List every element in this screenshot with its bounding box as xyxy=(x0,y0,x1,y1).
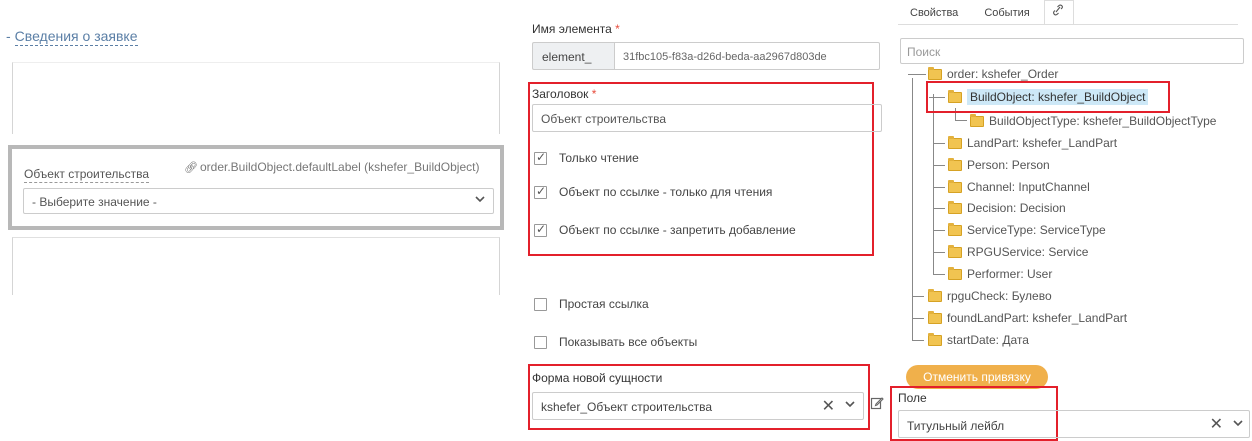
folder-icon xyxy=(948,157,962,171)
readonly-checkbox[interactable] xyxy=(534,150,547,165)
tree-node[interactable]: foundLandPart: kshefer_LandPart xyxy=(928,310,1127,326)
tab-events[interactable]: События xyxy=(972,0,1043,24)
readonly-checkbox-row[interactable]: Только чтение xyxy=(534,150,639,165)
build-object-field[interactable]: Объект строительства 🔗︎ order.BuildObject… xyxy=(8,145,504,230)
tree-node[interactable]: BuildObjectType: kshefer_BuildObjectType xyxy=(970,113,1216,129)
tree-connector xyxy=(933,165,945,166)
folder-icon xyxy=(948,244,962,258)
tree-connector xyxy=(933,143,945,144)
field-select[interactable]: Титульный лейбл ✕ xyxy=(898,410,1250,438)
new-entity-form-label: Форма новой сущности xyxy=(532,371,663,385)
folder-icon xyxy=(948,200,962,214)
element-name-label: Имя элемента * xyxy=(532,22,620,36)
field-label: Объект строительства xyxy=(24,167,150,183)
tree-connector xyxy=(933,187,945,188)
tree-connector xyxy=(955,120,967,121)
ref-forbid-add-checkbox[interactable] xyxy=(534,222,547,237)
chevron-down-icon[interactable] xyxy=(1233,417,1243,431)
build-object-select[interactable]: - Выберите значение - xyxy=(23,188,494,214)
tree-connector xyxy=(912,318,924,319)
properties-panel: Имя элемента * element_ 31fbc105-f83a-d2… xyxy=(520,0,892,441)
simple-link-checkbox[interactable] xyxy=(534,297,547,311)
field-label: Поле xyxy=(898,391,927,405)
clear-icon[interactable]: ✕ xyxy=(1210,414,1223,434)
folder-icon xyxy=(948,179,962,193)
folder-icon xyxy=(948,89,962,103)
tab-divider xyxy=(898,24,1238,25)
folder-icon xyxy=(948,135,962,149)
folder-icon xyxy=(928,310,942,324)
form-placeholder-block xyxy=(12,62,500,134)
link-icon xyxy=(1052,4,1063,19)
tree-connector xyxy=(933,252,945,253)
tree-connector xyxy=(933,274,945,275)
link-icon: 🔗︎ xyxy=(184,162,198,174)
tab-properties[interactable]: Свойства xyxy=(898,0,972,24)
tab-link[interactable] xyxy=(1043,0,1074,24)
tree-connector xyxy=(912,296,924,297)
tree-node[interactable]: Person: Person xyxy=(948,157,1050,173)
tree-node-selected[interactable]: BuildObject: kshefer_BuildObject xyxy=(948,89,1149,105)
search-input[interactable]: Поиск xyxy=(900,38,1244,64)
ref-readonly-checkbox-row[interactable]: Объект по ссылке - только для чтения xyxy=(534,184,772,199)
binding-panel: Свойства События Поиск order: kshefer_Or… xyxy=(890,0,1252,441)
section-header[interactable]: - Сведения о заявке xyxy=(6,28,138,46)
new-entity-form-select[interactable]: kshefer_Объект строительства ✕ xyxy=(532,392,864,420)
tree-connector xyxy=(933,94,934,274)
element-name-prefix: element_ xyxy=(532,42,614,70)
chevron-down-icon[interactable] xyxy=(475,193,485,207)
tree-connector xyxy=(912,78,913,340)
edit-icon[interactable] xyxy=(870,396,884,410)
folder-icon xyxy=(970,113,984,127)
chevron-down-icon[interactable] xyxy=(845,398,855,412)
folder-icon xyxy=(928,66,942,80)
title-input[interactable]: Объект строительства xyxy=(532,104,882,132)
ref-forbid-add-checkbox-row[interactable]: Объект по ссылке - запретить добавление xyxy=(534,222,796,237)
tree-node[interactable]: rpguCheck: Булево xyxy=(928,288,1052,304)
binding-path: 🔗︎ order.BuildObject.defaultLabel (kshefe… xyxy=(184,160,480,174)
tree-node[interactable]: LandPart: kshefer_LandPart xyxy=(948,135,1117,151)
form-preview-panel: - Сведения о заявке Объект строительства … xyxy=(0,0,512,441)
folder-icon xyxy=(928,332,942,346)
tree-connector xyxy=(908,74,926,75)
tree-connector xyxy=(933,208,945,209)
tree-node[interactable]: startDate: Дата xyxy=(928,332,1029,348)
clear-icon[interactable]: ✕ xyxy=(822,396,835,416)
tree-node[interactable]: Decision: Decision xyxy=(948,200,1066,216)
tree-node[interactable]: Performer: User xyxy=(948,266,1052,282)
tree-node[interactable]: ServiceType: ServiceType xyxy=(948,222,1106,238)
tree-connector xyxy=(912,340,924,341)
tree-node[interactable]: RPGUService: Service xyxy=(948,244,1088,260)
tree-node[interactable]: order: kshefer_Order xyxy=(928,66,1058,82)
simple-link-checkbox-row[interactable]: Простая ссылка xyxy=(534,297,649,311)
folder-icon xyxy=(948,266,962,280)
collapse-dash-icon[interactable]: - xyxy=(6,28,11,44)
form-placeholder-block xyxy=(12,237,500,295)
ref-readonly-checkbox[interactable] xyxy=(534,184,547,199)
tab-bar: Свойства События xyxy=(898,0,1074,24)
folder-icon xyxy=(948,222,962,236)
tree-connector xyxy=(933,230,945,231)
show-all-checkbox-row[interactable]: Показывать все объекты xyxy=(534,335,697,349)
element-name-input[interactable]: 31fbc105-f83a-d26d-beda-aa2967d803de xyxy=(614,42,880,70)
show-all-checkbox[interactable] xyxy=(534,335,547,349)
title-label: Заголовок * xyxy=(532,87,597,101)
folder-icon xyxy=(928,288,942,302)
tree-node[interactable]: Channel: InputChannel xyxy=(948,179,1090,195)
